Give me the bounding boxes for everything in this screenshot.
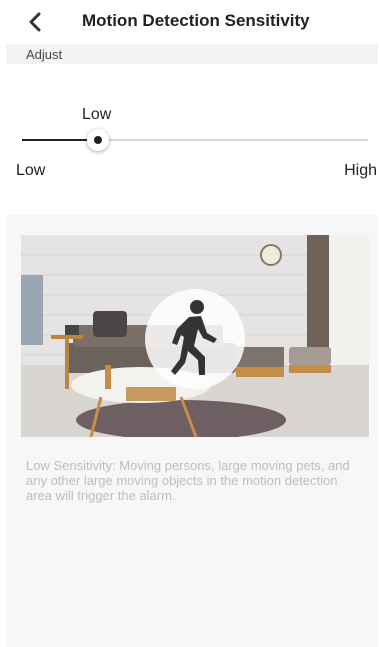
page-title: Motion Detection Sensitivity	[82, 11, 310, 30]
walking-person-icon	[171, 300, 217, 375]
slider-thumb-dot	[94, 136, 103, 144]
sensitivity-description: Low Sensitivity: Moving persons, large m…	[26, 458, 350, 503]
section-label: Adjust	[26, 47, 63, 62]
section-header: Adjust	[6, 44, 378, 64]
sensitivity-slider-track[interactable]	[22, 139, 368, 141]
chevron-left-icon[interactable]	[24, 10, 48, 34]
preview-panel: Low Sensitivity: Moving persons, large m…	[6, 215, 378, 647]
motion-overlay	[145, 289, 245, 389]
slider-max-label: High	[344, 162, 377, 179]
header-bar: Motion Detection Sensitivity	[0, 0, 379, 44]
sensitivity-slider-thumb[interactable]	[87, 129, 110, 151]
slider-min-label: Low	[16, 162, 46, 179]
slider-current-value: Low	[82, 106, 112, 123]
